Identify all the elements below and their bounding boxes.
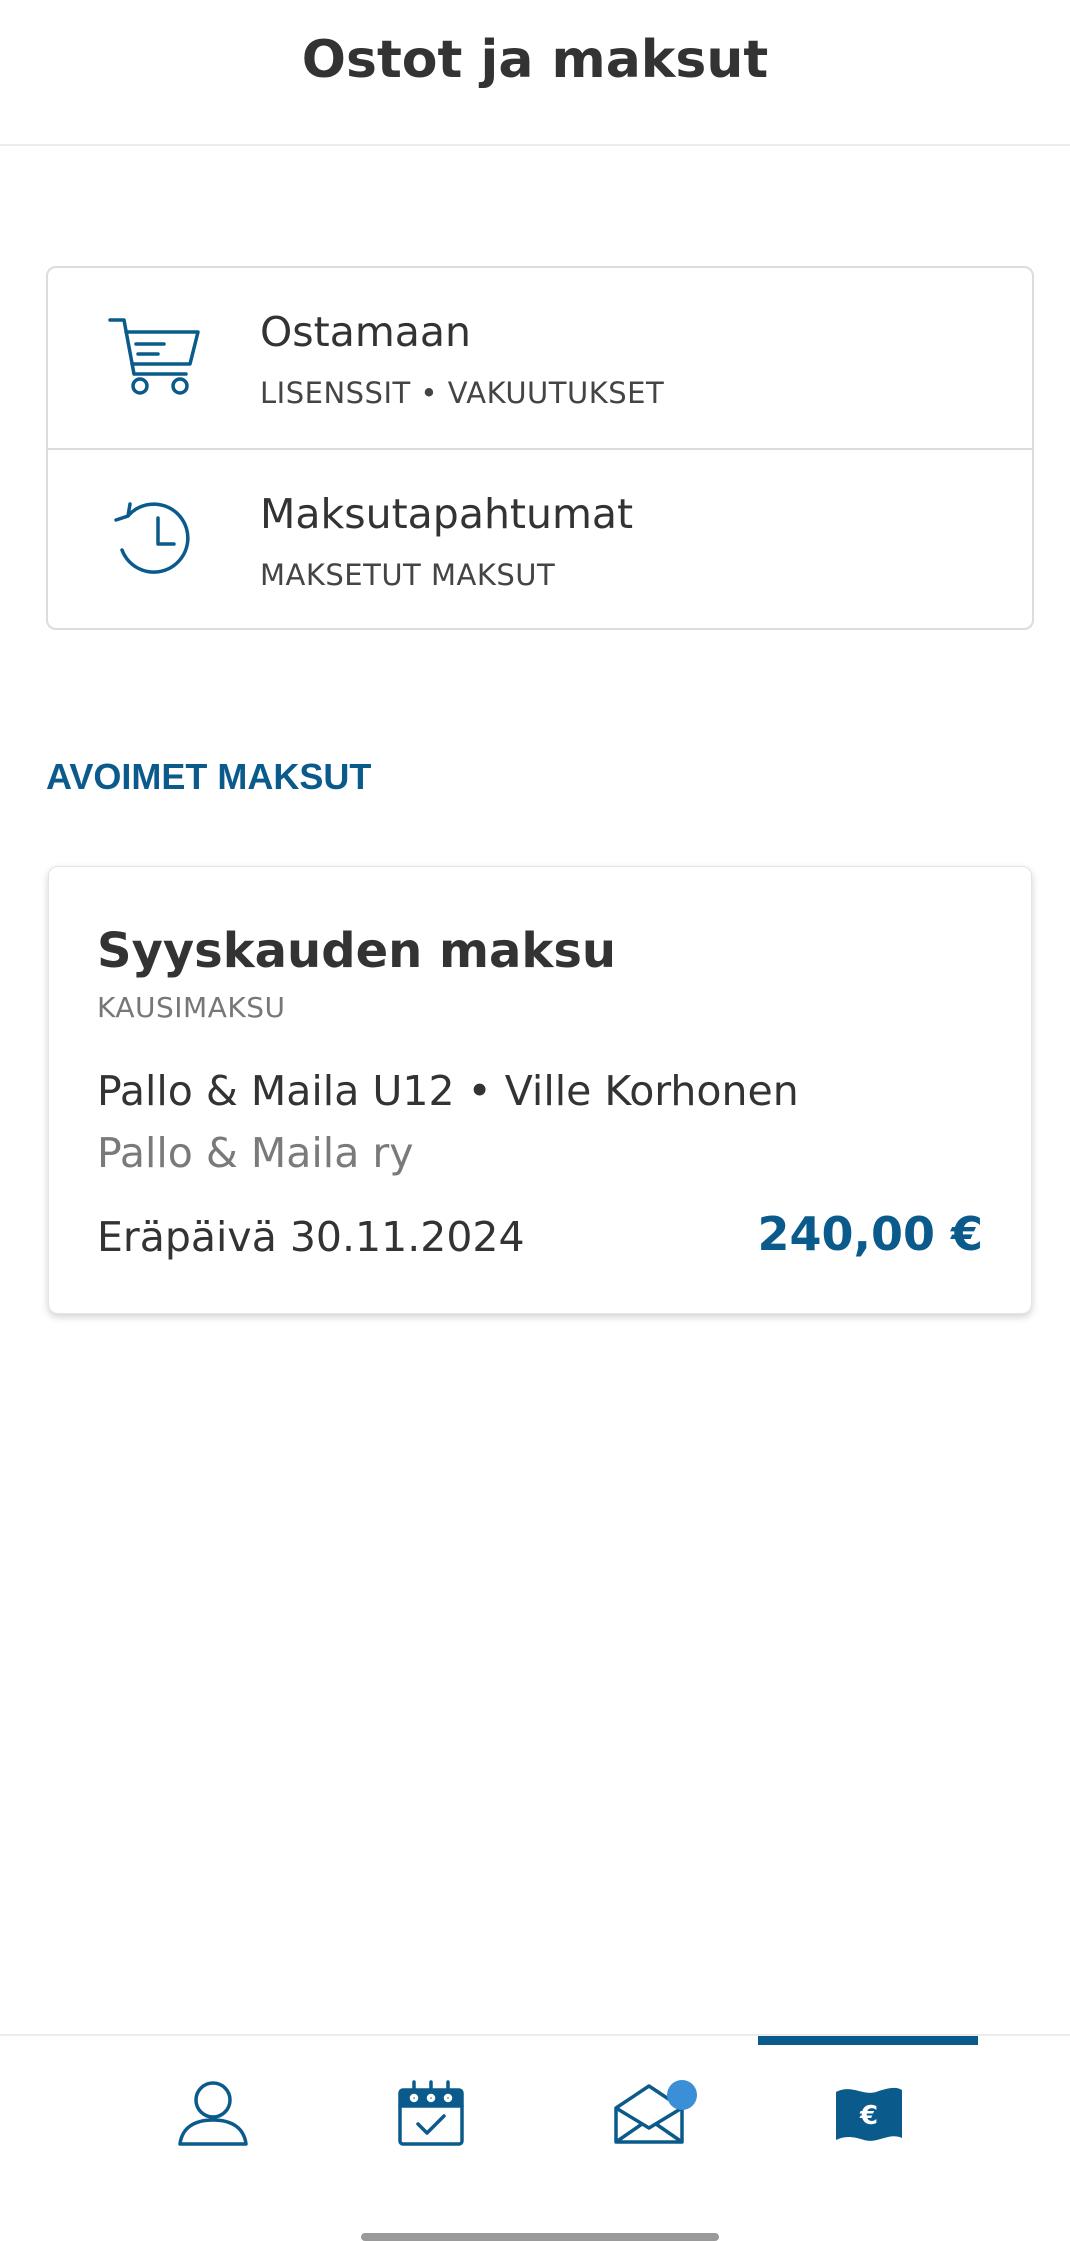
shopping-cart-icon (108, 318, 200, 395)
nav-profile[interactable] (104, 2036, 322, 2186)
nav-payments[interactable]: € (760, 2036, 978, 2186)
euro-glyph: € (859, 2101, 878, 2131)
menu-item-buy[interactable]: Ostamaan LISENSSIT • VAKUUTUKSET (48, 268, 1032, 450)
purchase-menu-card: Ostamaan LISENSSIT • VAKUUTUKSET Maksuta… (46, 266, 1034, 630)
menu-item-title: Ostamaan (260, 308, 472, 356)
payment-due-date: Eräpäivä 30.11.2024 (97, 1213, 525, 1261)
nav-messages[interactable] (540, 2036, 758, 2186)
menu-item-subtitle: LISENSSIT • VAKUUTUKSET (260, 376, 665, 410)
menu-item-title: Maksutapahtumat (260, 490, 634, 538)
active-tab-indicator (758, 2036, 978, 2045)
nav-calendar[interactable] (322, 2036, 540, 2186)
bottom-navigation: € (0, 2034, 1070, 2241)
notification-dot (667, 2080, 697, 2110)
app-header: Ostot ja maksut (0, 0, 1070, 146)
payment-card[interactable]: Syyskauden maksu KAUSIMAKSU Pallo & Mail… (48, 866, 1032, 1314)
payment-amount: 240,00 € (757, 1207, 983, 1261)
menu-item-transactions[interactable]: Maksutapahtumat MAKSETUT MAKSUT (48, 450, 1032, 630)
calendar-icon (398, 2080, 464, 2146)
payments-icon: € (836, 2087, 902, 2141)
open-payments-heading: AVOIMET MAKSUT (46, 756, 372, 797)
home-indicator (361, 2233, 719, 2241)
payment-team-player: Pallo & Maila U12 • Ville Korhonen (97, 1067, 799, 1115)
history-clock-icon (114, 502, 190, 574)
profile-icon (178, 2081, 248, 2146)
payment-type: KAUSIMAKSU (97, 991, 286, 1024)
menu-item-subtitle: MAKSETUT MAKSUT (260, 558, 556, 592)
payment-organization: Pallo & Maila ry (97, 1129, 414, 1177)
payment-title: Syyskauden maksu (97, 923, 617, 979)
page-title: Ostot ja maksut (301, 30, 769, 90)
